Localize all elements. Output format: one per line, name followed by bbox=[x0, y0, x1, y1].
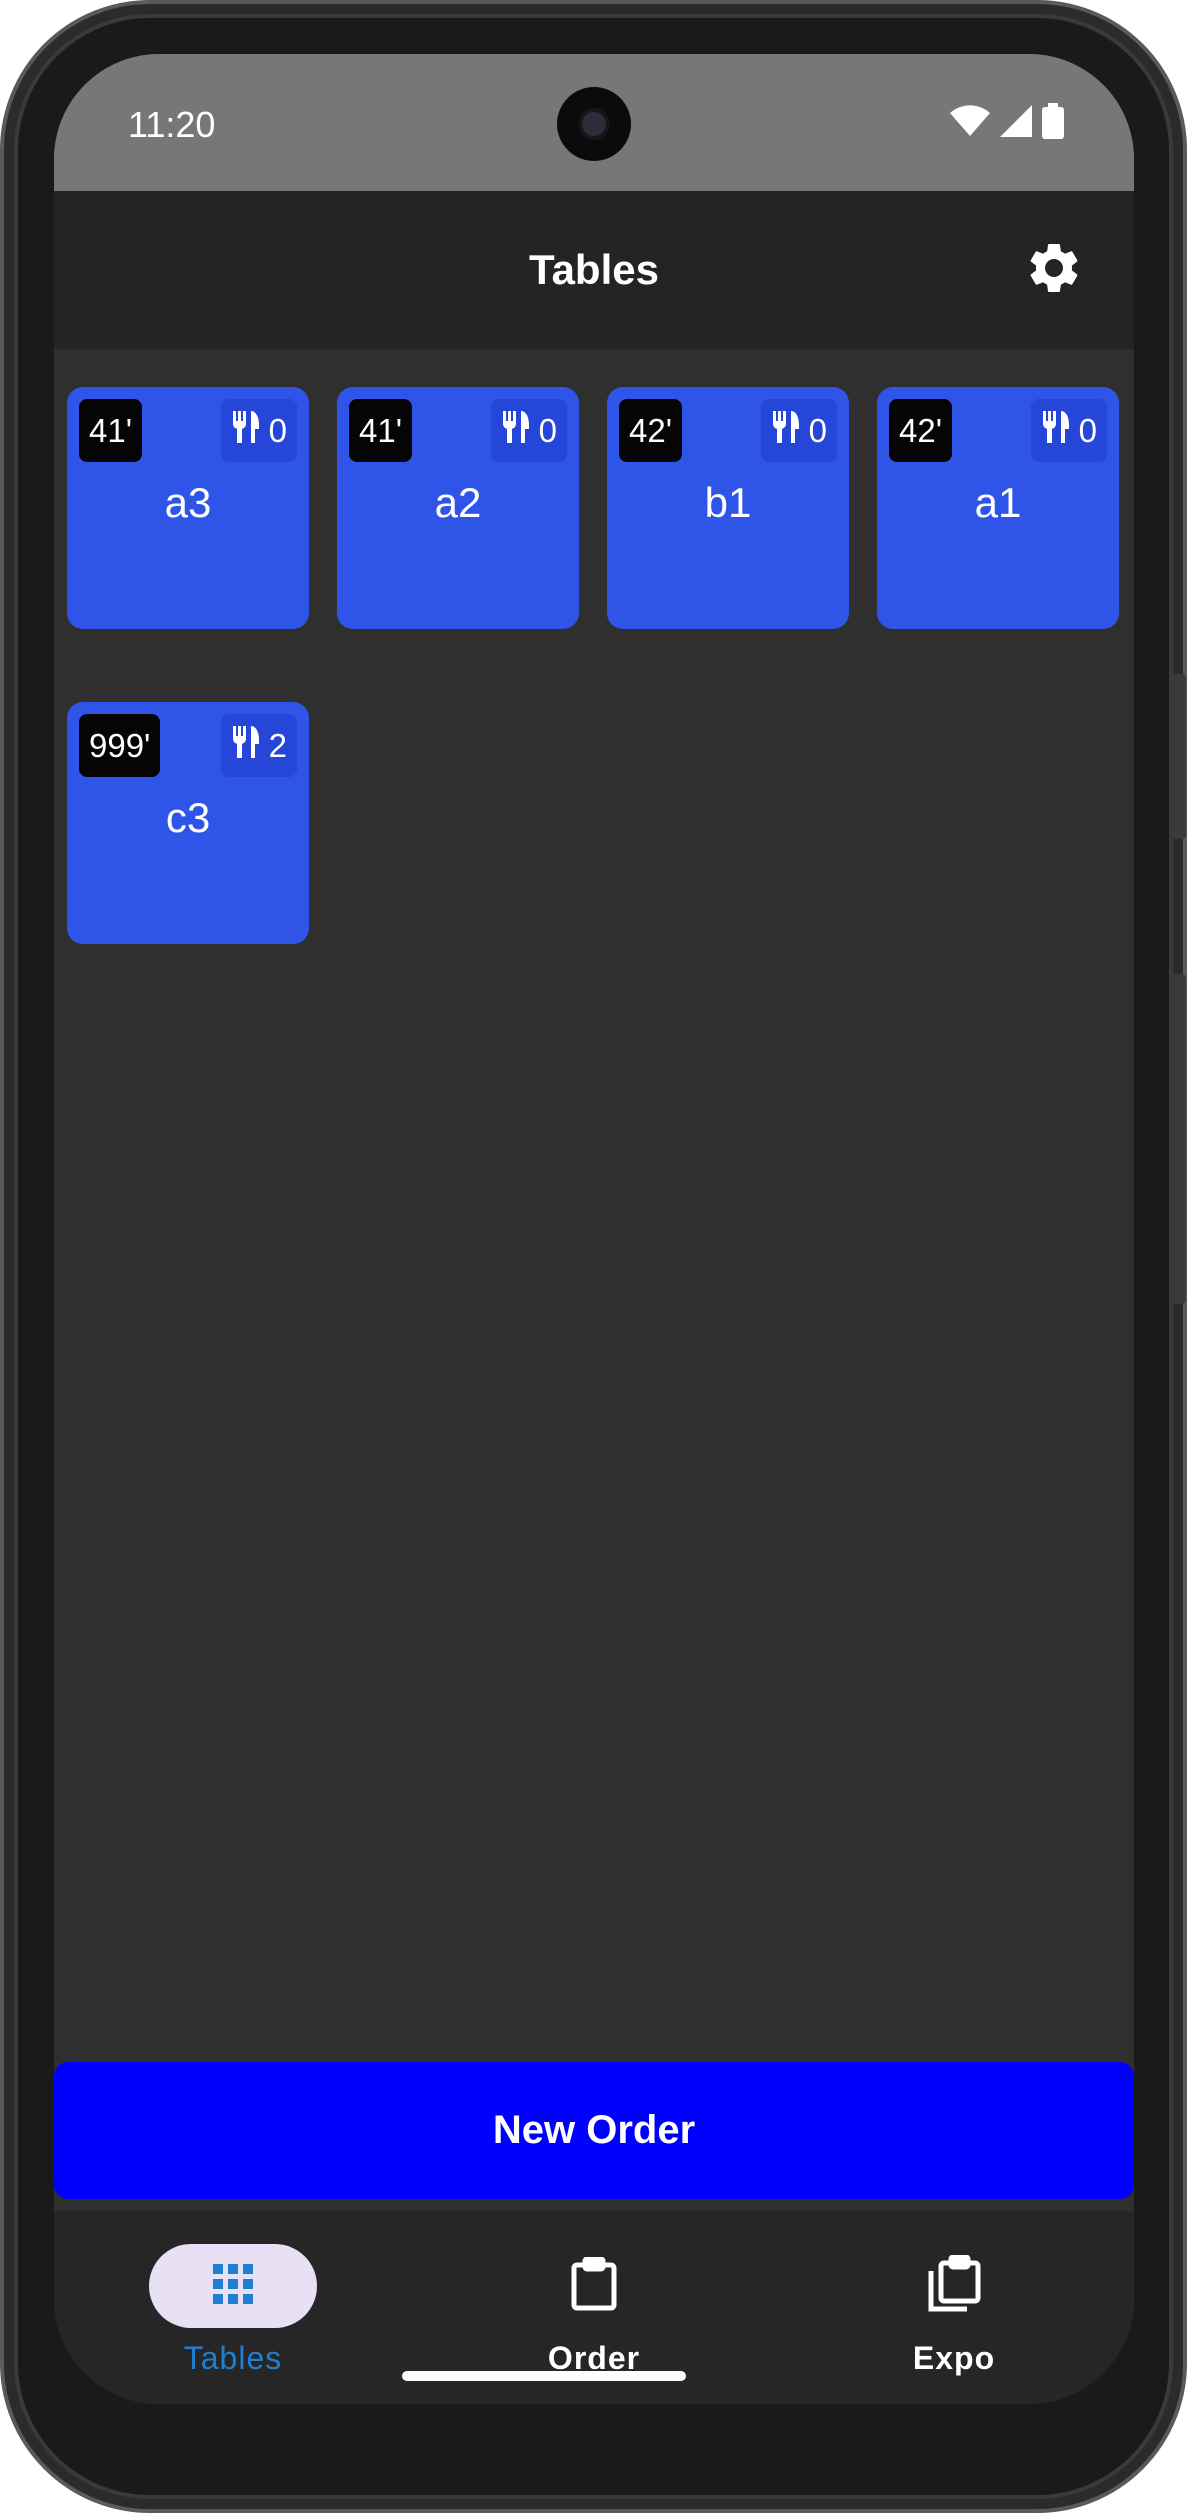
guest-count: 0 bbox=[1078, 411, 1097, 449]
nav-label-expo: Expo bbox=[912, 2340, 996, 2376]
home-indicator[interactable] bbox=[402, 2371, 686, 2381]
fork-knife-icon bbox=[501, 410, 531, 451]
elapsed-time-badge: 41' bbox=[349, 399, 413, 462]
status-time: 11:20 bbox=[128, 104, 216, 145]
copy-clipboard-icon bbox=[927, 2254, 981, 2318]
guest-count-badge: 0 bbox=[220, 399, 297, 462]
nav-icon-holder bbox=[870, 2244, 1038, 2328]
status-bar: 11:20 bbox=[54, 54, 1134, 191]
nav-icon-holder bbox=[510, 2244, 678, 2328]
elapsed-time-badge: 41' bbox=[79, 399, 143, 462]
settings-button[interactable] bbox=[1021, 237, 1087, 303]
power-button bbox=[1172, 674, 1186, 839]
table-card[interactable]: 41' 0 a3 bbox=[67, 387, 309, 629]
wifi-icon bbox=[950, 104, 990, 142]
app-bar: Tables bbox=[54, 191, 1134, 349]
table-name: a2 bbox=[434, 479, 482, 526]
fork-knife-icon bbox=[771, 410, 801, 451]
table-card[interactable]: 41' 0 a2 bbox=[337, 387, 579, 629]
table-name: a1 bbox=[974, 479, 1022, 526]
front-camera bbox=[557, 87, 631, 161]
new-order-button[interactable]: New Order bbox=[54, 2062, 1134, 2199]
clipboard-icon bbox=[570, 2256, 618, 2316]
table-card[interactable]: 42' 0 b1 bbox=[607, 387, 849, 629]
guest-count-badge: 0 bbox=[1030, 399, 1107, 462]
fork-knife-icon bbox=[1041, 410, 1071, 451]
table-card[interactable]: 42' 0 a1 bbox=[877, 387, 1119, 629]
page-title: Tables bbox=[529, 246, 659, 293]
nav-item-expo[interactable]: Expo bbox=[834, 2244, 1074, 2377]
nav-item-order[interactable]: Order bbox=[474, 2244, 714, 2377]
fork-knife-icon bbox=[231, 410, 261, 451]
battery-icon bbox=[1042, 102, 1064, 144]
elapsed-time-badge: 42' bbox=[889, 399, 953, 462]
volume-button bbox=[1172, 974, 1186, 1304]
guest-count-badge: 2 bbox=[220, 714, 297, 777]
elapsed-time-badge: 999' bbox=[79, 714, 161, 777]
table-name: b1 bbox=[704, 479, 752, 526]
tables-grid: 41' 0 a3 41' 0 a2 42' 0 b1 42' 0 a1 999'… bbox=[67, 387, 1121, 944]
elapsed-time-badge: 42' bbox=[619, 399, 683, 462]
nav-active-indicator bbox=[149, 2244, 317, 2328]
signal-icon bbox=[1000, 104, 1032, 142]
fork-knife-icon bbox=[231, 725, 261, 766]
guest-count: 0 bbox=[538, 411, 557, 449]
guest-count-badge: 0 bbox=[760, 399, 837, 462]
table-name: c3 bbox=[165, 794, 211, 841]
nav-item-tables[interactable]: Tables bbox=[113, 2244, 353, 2377]
screen: 11:20 Tables 41' 0 a3 41' 0 a2 42' 0 b1 … bbox=[54, 54, 1134, 2404]
table-card[interactable]: 999' 2 c3 bbox=[67, 702, 309, 944]
guest-count-badge: 0 bbox=[490, 399, 567, 462]
gear-icon bbox=[1024, 238, 1084, 303]
guest-count: 0 bbox=[808, 411, 827, 449]
nav-label-tables: Tables bbox=[183, 2340, 283, 2376]
phone-frame: 11:20 Tables 41' 0 a3 41' 0 a2 42' 0 b1 … bbox=[0, 0, 1187, 2513]
status-icons bbox=[950, 102, 1064, 142]
grid-icon bbox=[211, 2262, 255, 2311]
guest-count: 2 bbox=[268, 726, 287, 764]
table-name: a3 bbox=[164, 479, 212, 526]
guest-count: 0 bbox=[268, 411, 287, 449]
